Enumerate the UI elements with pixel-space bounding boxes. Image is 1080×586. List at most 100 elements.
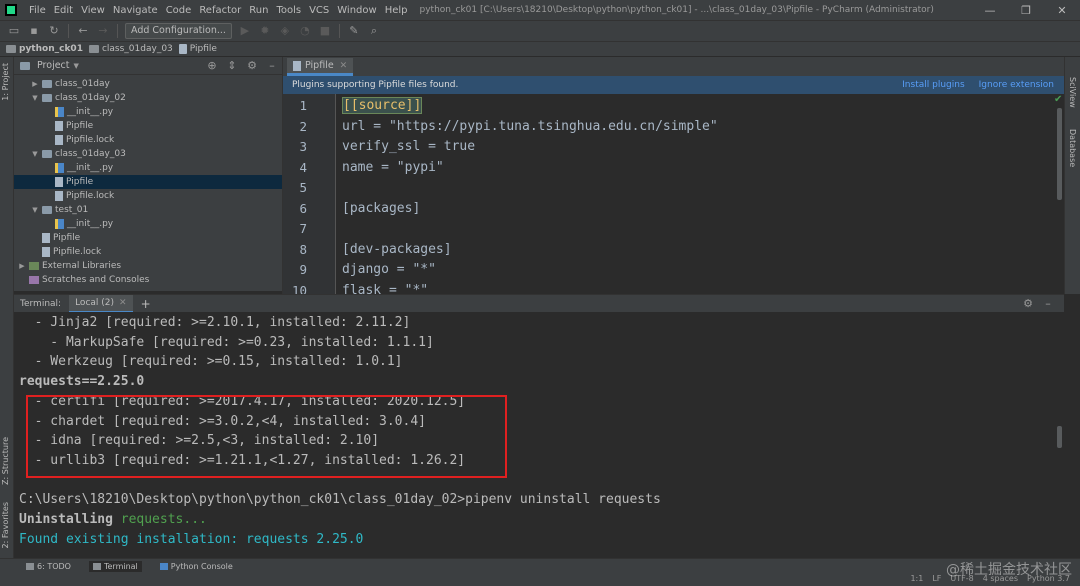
code-line: [packages] <box>342 200 421 216</box>
tree-item[interactable]: ▼ test_01 <box>14 203 282 217</box>
menu-vcs[interactable]: VCS <box>305 5 333 16</box>
terminal-scrollbar[interactable] <box>1057 426 1062 448</box>
menu-code[interactable]: Code <box>162 5 196 16</box>
terminal-tab-label: Terminal <box>103 561 138 571</box>
code-line: [[source]] <box>342 97 423 114</box>
stop-icon[interactable]: ■ <box>317 23 333 39</box>
tree-item[interactable]: ▶ class_01day <box>14 77 282 91</box>
terminal-icon <box>92 562 101 570</box>
line-number: 2 <box>299 118 307 134</box>
right-tool-strip: SciView Database <box>1064 57 1080 297</box>
close-tab-icon[interactable]: ✕ <box>340 61 348 71</box>
tree-item[interactable]: ▼ class_01day_03 <box>14 147 282 161</box>
tree-item[interactable]: ▼ class_01day_02 <box>14 91 282 105</box>
terminal-line-text: - Jinja2 [required: >=2.10.1, installed:… <box>19 315 411 330</box>
editor-tab-pipfile[interactable]: Pipfile ✕ <box>287 58 354 76</box>
caret-position[interactable]: 1:1 <box>910 574 923 583</box>
tree-item-label: External Libraries <box>42 261 122 271</box>
tree-item[interactable]: Pipfile.lock <box>14 189 282 203</box>
project-tool-tab[interactable]: 1: Project <box>1 63 10 101</box>
editor-scrollbar[interactable] <box>1057 108 1062 200</box>
gear-icon[interactable]: ⚙ <box>1020 296 1036 312</box>
menu-window[interactable]: Window <box>333 5 380 16</box>
collapsed-arrow-icon[interactable]: ▶ <box>31 80 39 88</box>
terminal-tab-local[interactable]: Local (2) ✕ <box>69 294 133 313</box>
minimize-icon[interactable]: — <box>972 4 1008 17</box>
editor-tab-label: Pipfile <box>305 60 334 71</box>
ignore-extension-link[interactable]: Ignore extension <box>979 80 1054 90</box>
python-console-tab[interactable]: Python Console <box>156 561 237 572</box>
tree-item[interactable]: Pipfile.lock <box>14 245 282 259</box>
project-tree: ▶ class_01day ▼ class_01day_02 __init__.py Pi… <box>14 75 282 291</box>
locate-icon[interactable]: ⊕ <box>204 58 220 74</box>
database-tool-tab[interactable]: Database <box>1068 129 1077 167</box>
terminal-tab[interactable]: Terminal <box>88 560 142 572</box>
chevron-down-icon[interactable]: ▼ <box>74 62 79 70</box>
tree-item[interactable]: Pipfile.lock <box>14 133 282 147</box>
menu-run[interactable]: Run <box>245 5 272 16</box>
close-tab-icon[interactable]: ✕ <box>119 298 127 308</box>
open-folder-icon[interactable]: ▭ <box>6 23 22 39</box>
hide-icon[interactable]: – <box>1040 296 1056 312</box>
menu-refactor[interactable]: Refactor <box>195 5 245 16</box>
tree-item[interactable]: Pipfile <box>14 119 282 133</box>
forward-icon[interactable]: → <box>95 23 111 39</box>
collapsed-arrow-icon[interactable]: ▶ <box>18 262 26 270</box>
structure-tool-tab[interactable]: Z: Structure <box>1 437 10 485</box>
new-terminal-icon[interactable]: + <box>141 297 151 311</box>
project-panel-title[interactable]: Project <box>37 60 70 71</box>
hide-icon[interactable]: – <box>264 58 280 74</box>
run-icon[interactable]: ▶ <box>237 23 253 39</box>
tree-item[interactable]: Scratches and Consoles <box>14 273 282 287</box>
add-configuration-button[interactable]: Add Configuration... <box>125 23 232 39</box>
tree-item[interactable]: Pipfile <box>14 175 282 189</box>
code-editor[interactable]: [[source]] url = "https://pypi.tuna.tsing… <box>336 94 1058 294</box>
banner-links: Install plugins Ignore extension <box>888 80 1064 90</box>
close-icon[interactable]: ✕ <box>1044 4 1080 17</box>
bottom-tool-tabs: 6: TODO Terminal Python Console <box>0 559 251 573</box>
debug-icon[interactable]: ✹ <box>257 23 273 39</box>
menu-tools[interactable]: Tools <box>272 5 305 16</box>
terminal-line-suffix: requests... <box>112 512 207 527</box>
restore-icon[interactable]: ❐ <box>1008 4 1044 17</box>
back-icon[interactable]: ← <box>75 23 91 39</box>
file-icon <box>55 135 63 145</box>
tree-item[interactable]: ▶ External Libraries <box>14 259 282 273</box>
tree-item[interactable]: __init__.py <box>14 105 282 119</box>
menu-view[interactable]: View <box>77 5 109 16</box>
expanded-arrow-icon[interactable]: ▼ <box>31 206 39 214</box>
terminal-right-gutter <box>1064 294 1080 558</box>
profile-icon[interactable]: ◔ <box>297 23 313 39</box>
menu-edit[interactable]: Edit <box>50 5 77 16</box>
sciview-tool-tab[interactable]: SciView <box>1068 77 1077 108</box>
favorites-tool-tab[interactable]: 2: Favorites <box>1 502 10 548</box>
breadcrumb-item-file[interactable]: Pipfile <box>178 44 217 54</box>
tree-item[interactable]: __init__.py <box>14 217 282 231</box>
gear-icon[interactable]: ⚙ <box>244 58 260 74</box>
line-separator[interactable]: LF <box>932 574 941 583</box>
tree-item[interactable]: Pipfile <box>14 231 282 245</box>
todo-tab[interactable]: 6: TODO <box>22 561 75 572</box>
coverage-icon[interactable]: ◈ <box>277 23 293 39</box>
wrench-icon[interactable]: ✎ <box>346 23 362 39</box>
expanded-arrow-icon[interactable]: ▼ <box>31 150 39 158</box>
install-plugins-link[interactable]: Install plugins <box>902 80 964 90</box>
save-icon[interactable]: ▪ <box>26 23 42 39</box>
sync-icon[interactable]: ↻ <box>46 23 62 39</box>
breadcrumb-item-project[interactable]: python_ck01 <box>6 44 83 54</box>
menu-list: File Edit View Navigate Code Refactor Run Tools… <box>25 5 412 16</box>
menu-file[interactable]: File <box>25 5 50 16</box>
search-icon[interactable]: ⌕ <box>366 23 382 39</box>
collapse-all-icon[interactable]: ⇕ <box>224 58 240 74</box>
expanded-arrow-icon[interactable]: ▼ <box>31 94 39 102</box>
menu-navigate[interactable]: Navigate <box>109 5 162 16</box>
breadcrumb-item-folder[interactable]: class_01day_03 <box>88 44 173 54</box>
python-console-tab-label: Python Console <box>170 561 233 571</box>
menu-help[interactable]: Help <box>381 5 412 16</box>
left-tool-strip: 1: Project Z: Structure 2: Favorites <box>0 57 14 558</box>
todo-tab-label: 6: TODO <box>37 561 71 571</box>
tree-item[interactable]: __init__.py <box>14 161 282 175</box>
terminal-line: requests==2.25.0 <box>19 374 144 389</box>
file-icon <box>55 121 63 131</box>
highlight-box <box>26 395 507 478</box>
